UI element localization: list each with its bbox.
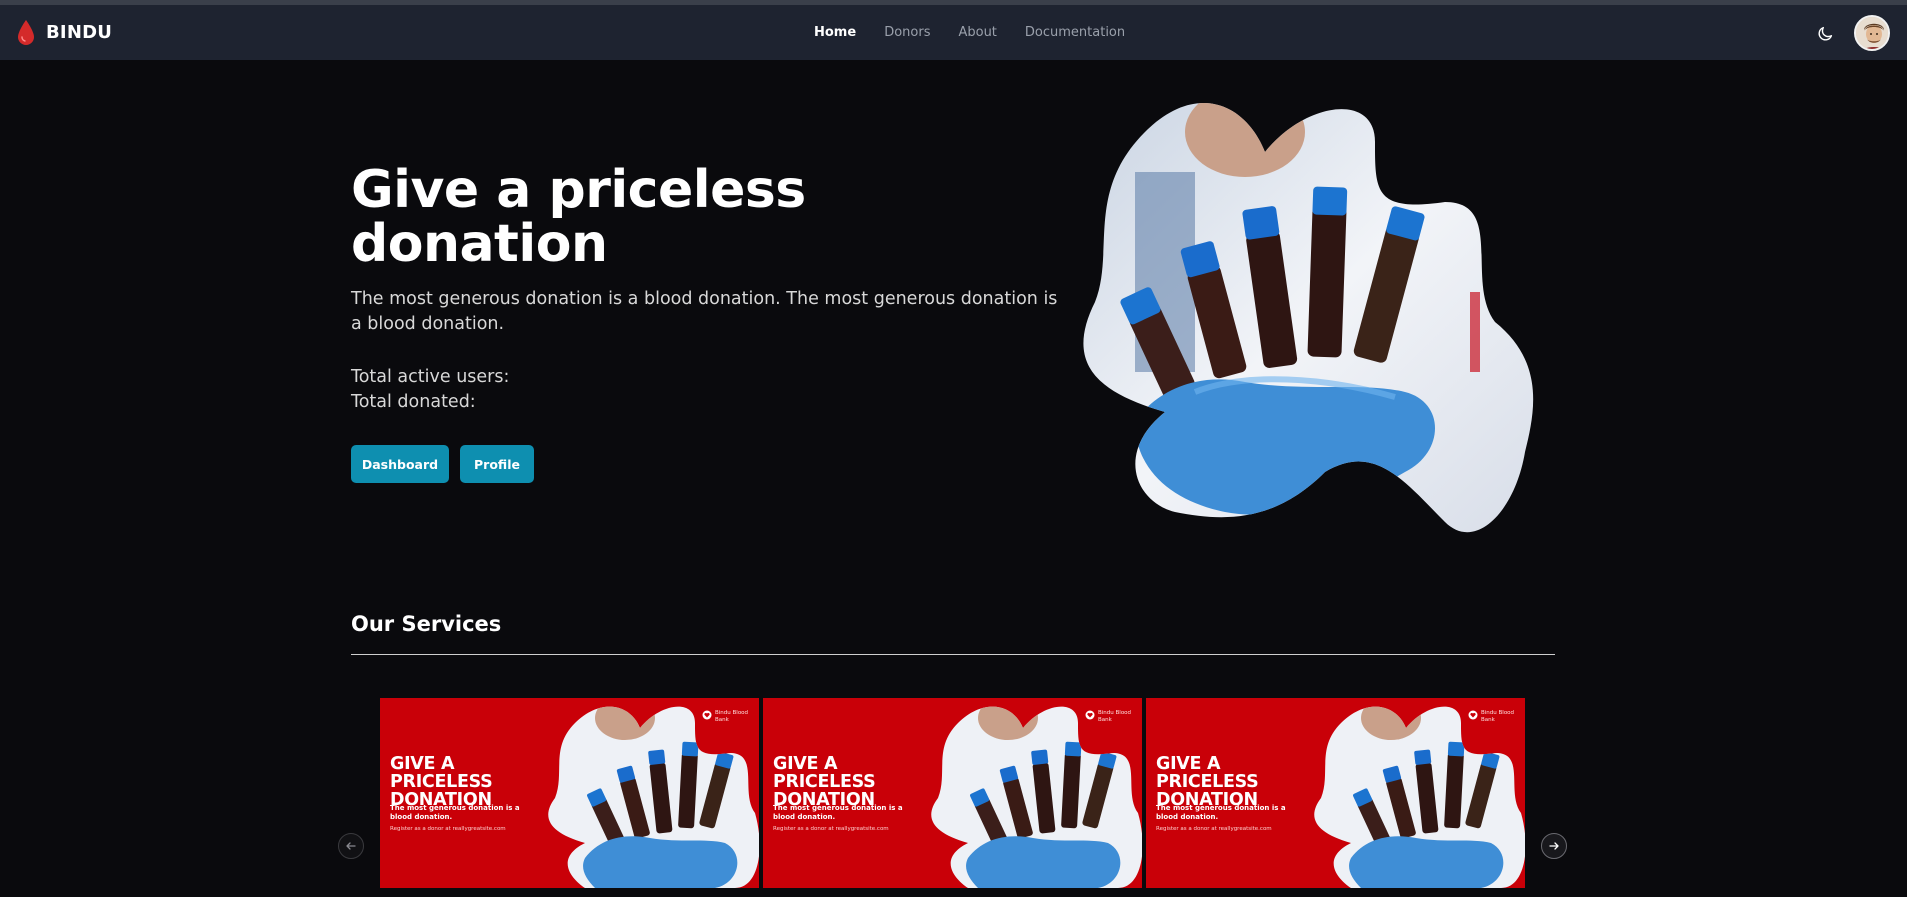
- service-card[interactable]: GIVE A PRICELESS DONATION The most gener…: [1146, 698, 1525, 888]
- heart-logo-icon: [1085, 710, 1095, 720]
- dashboard-button[interactable]: Dashboard: [351, 445, 449, 483]
- arrow-right-icon: [1549, 842, 1559, 850]
- nav-link-donors[interactable]: Donors: [870, 25, 944, 40]
- theme-toggle-button[interactable]: [1814, 23, 1836, 45]
- nav-link-home[interactable]: Home: [800, 25, 870, 40]
- card-brand-text: Bindu Blood Bank: [1098, 710, 1132, 723]
- card-heading: GIVE A PRICELESS DONATION: [1156, 754, 1259, 810]
- card-brand: Bindu Blood Bank: [1085, 710, 1138, 724]
- brand-logo-link[interactable]: BINDU: [16, 5, 112, 60]
- card-note: Register as a donor at reallygreatsite.c…: [773, 826, 889, 832]
- card-blood-samples-image: [1314, 706, 1525, 888]
- card-brand-text: Bindu Blood Bank: [715, 710, 749, 723]
- card-note: Register as a donor at reallygreatsite.c…: [1156, 826, 1272, 832]
- card-brand: Bindu Blood Bank: [702, 710, 755, 724]
- heart-logo-icon: [702, 710, 712, 720]
- profile-button[interactable]: Profile: [460, 445, 534, 483]
- nav-links: Home Donors About Documentation: [800, 5, 1139, 60]
- services-title: Our Services: [351, 612, 502, 636]
- nav-link-documentation[interactable]: Documentation: [1011, 25, 1139, 40]
- nav-link-about[interactable]: About: [944, 25, 1010, 40]
- arrow-left-icon: [346, 842, 356, 850]
- hero-blood-samples-image: [1083, 103, 1534, 533]
- brand-name: BINDU: [46, 22, 113, 43]
- services-divider: [351, 654, 1555, 655]
- avatar-image: [1856, 17, 1888, 49]
- card-blood-samples-image: [931, 706, 1142, 888]
- moon-icon: [1818, 26, 1833, 41]
- service-card[interactable]: GIVE A PRICELESS DONATION The most gener…: [763, 698, 1142, 888]
- blood-drop-icon: [18, 19, 34, 45]
- card-subtitle: The most generous donation is a blood do…: [773, 804, 903, 821]
- card-heading: GIVE A PRICELESS DONATION: [773, 754, 876, 810]
- stat-total-donated: Total donated:: [351, 392, 476, 412]
- card-note: Register as a donor at reallygreatsite.c…: [390, 826, 506, 832]
- card-heading: GIVE A PRICELESS DONATION: [390, 754, 493, 810]
- carousel-next-button[interactable]: [1541, 833, 1567, 859]
- hero-title: Give a priceless donation: [351, 160, 806, 274]
- service-card[interactable]: GIVE A PRICELESS DONATION The most gener…: [380, 698, 759, 888]
- card-subtitle: The most generous donation is a blood do…: [1156, 804, 1286, 821]
- card-subtitle: The most generous donation is a blood do…: [390, 804, 520, 821]
- card-brand: Bindu Blood Bank: [1468, 710, 1521, 724]
- heart-logo-icon: [1468, 710, 1478, 720]
- navbar: BINDU Home Donors About Documentation: [0, 5, 1907, 60]
- user-avatar[interactable]: [1854, 15, 1890, 51]
- stat-active-users: Total active users:: [351, 367, 510, 387]
- card-blood-samples-image: [548, 706, 759, 888]
- hero-description: The most generous donation is a blood do…: [351, 289, 1058, 334]
- card-brand-text: Bindu Blood Bank: [1481, 710, 1515, 723]
- carousel-prev-button[interactable]: [338, 833, 364, 859]
